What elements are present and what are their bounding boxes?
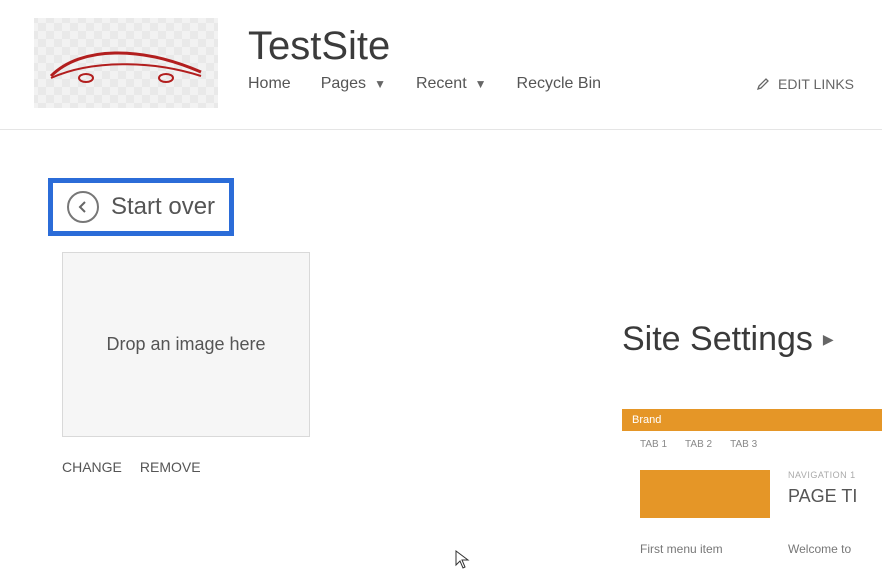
- image-drop-label: Drop an image here: [106, 334, 265, 355]
- header-right: TestSite Home Pages ▼ Recent ▼ Recycle B…: [248, 18, 864, 93]
- preview-page-title: PAGE TI: [788, 486, 857, 507]
- top-nav: Home Pages ▼ Recent ▼ Recycle Bin EDIT L…: [248, 75, 864, 93]
- preview-menu-first: First menu item: [640, 542, 770, 556]
- chevron-down-icon: ▼: [374, 77, 386, 91]
- arrow-left-circle-icon: [67, 191, 99, 223]
- theme-preview: Brand TAB 1 TAB 2 TAB 3 NAVIGATION 1 PAG…: [622, 409, 882, 556]
- chevron-down-icon: ▼: [475, 77, 487, 91]
- preview-welcome: Welcome to: [788, 542, 851, 556]
- preview-placeholder-image: [640, 470, 770, 518]
- preview-nav-label: NAVIGATION 1: [788, 470, 857, 480]
- pencil-icon: [756, 77, 770, 91]
- nav-pages-label: Pages: [321, 75, 366, 93]
- right-panel: Site Settings ▶ Brand TAB 1 TAB 2 TAB 3 …: [622, 320, 882, 556]
- change-button[interactable]: CHANGE: [62, 459, 122, 475]
- cursor-icon: [455, 550, 471, 575]
- site-logo[interactable]: [34, 18, 218, 108]
- preview-right: NAVIGATION 1 PAGE TI: [788, 470, 857, 507]
- chevron-right-icon: ▶: [823, 331, 834, 348]
- edit-links-button[interactable]: EDIT LINKS: [756, 76, 864, 92]
- nav-pages[interactable]: Pages ▼: [321, 75, 386, 93]
- nav-home[interactable]: Home: [248, 75, 291, 93]
- preview-tab-2: TAB 2: [685, 439, 712, 450]
- nav-recycle-bin[interactable]: Recycle Bin: [517, 75, 601, 93]
- edit-links-label: EDIT LINKS: [778, 76, 854, 92]
- preview-bottom: First menu item Welcome to: [622, 524, 882, 556]
- remove-button[interactable]: REMOVE: [140, 459, 201, 475]
- preview-brand-bar: Brand: [622, 409, 882, 431]
- image-drop-zone[interactable]: Drop an image here: [62, 252, 310, 437]
- site-title: TestSite: [248, 24, 864, 69]
- start-over-label: Start over: [111, 193, 215, 221]
- nav-recent-label: Recent: [416, 75, 467, 93]
- start-over-button[interactable]: Start over: [48, 178, 234, 236]
- preview-body: NAVIGATION 1 PAGE TI: [622, 458, 882, 524]
- site-settings-header[interactable]: Site Settings ▶: [622, 320, 882, 359]
- preview-tab-3: TAB 3: [730, 439, 757, 450]
- preview-tabs: TAB 1 TAB 2 TAB 3: [622, 431, 882, 458]
- car-logo-icon: [41, 38, 211, 88]
- site-settings-title: Site Settings: [622, 320, 813, 359]
- preview-tab-1: TAB 1: [640, 439, 667, 450]
- content-area: Start over Drop an image here CHANGE REM…: [0, 130, 882, 475]
- site-header: TestSite Home Pages ▼ Recent ▼ Recycle B…: [0, 0, 882, 130]
- nav-recent[interactable]: Recent ▼: [416, 75, 487, 93]
